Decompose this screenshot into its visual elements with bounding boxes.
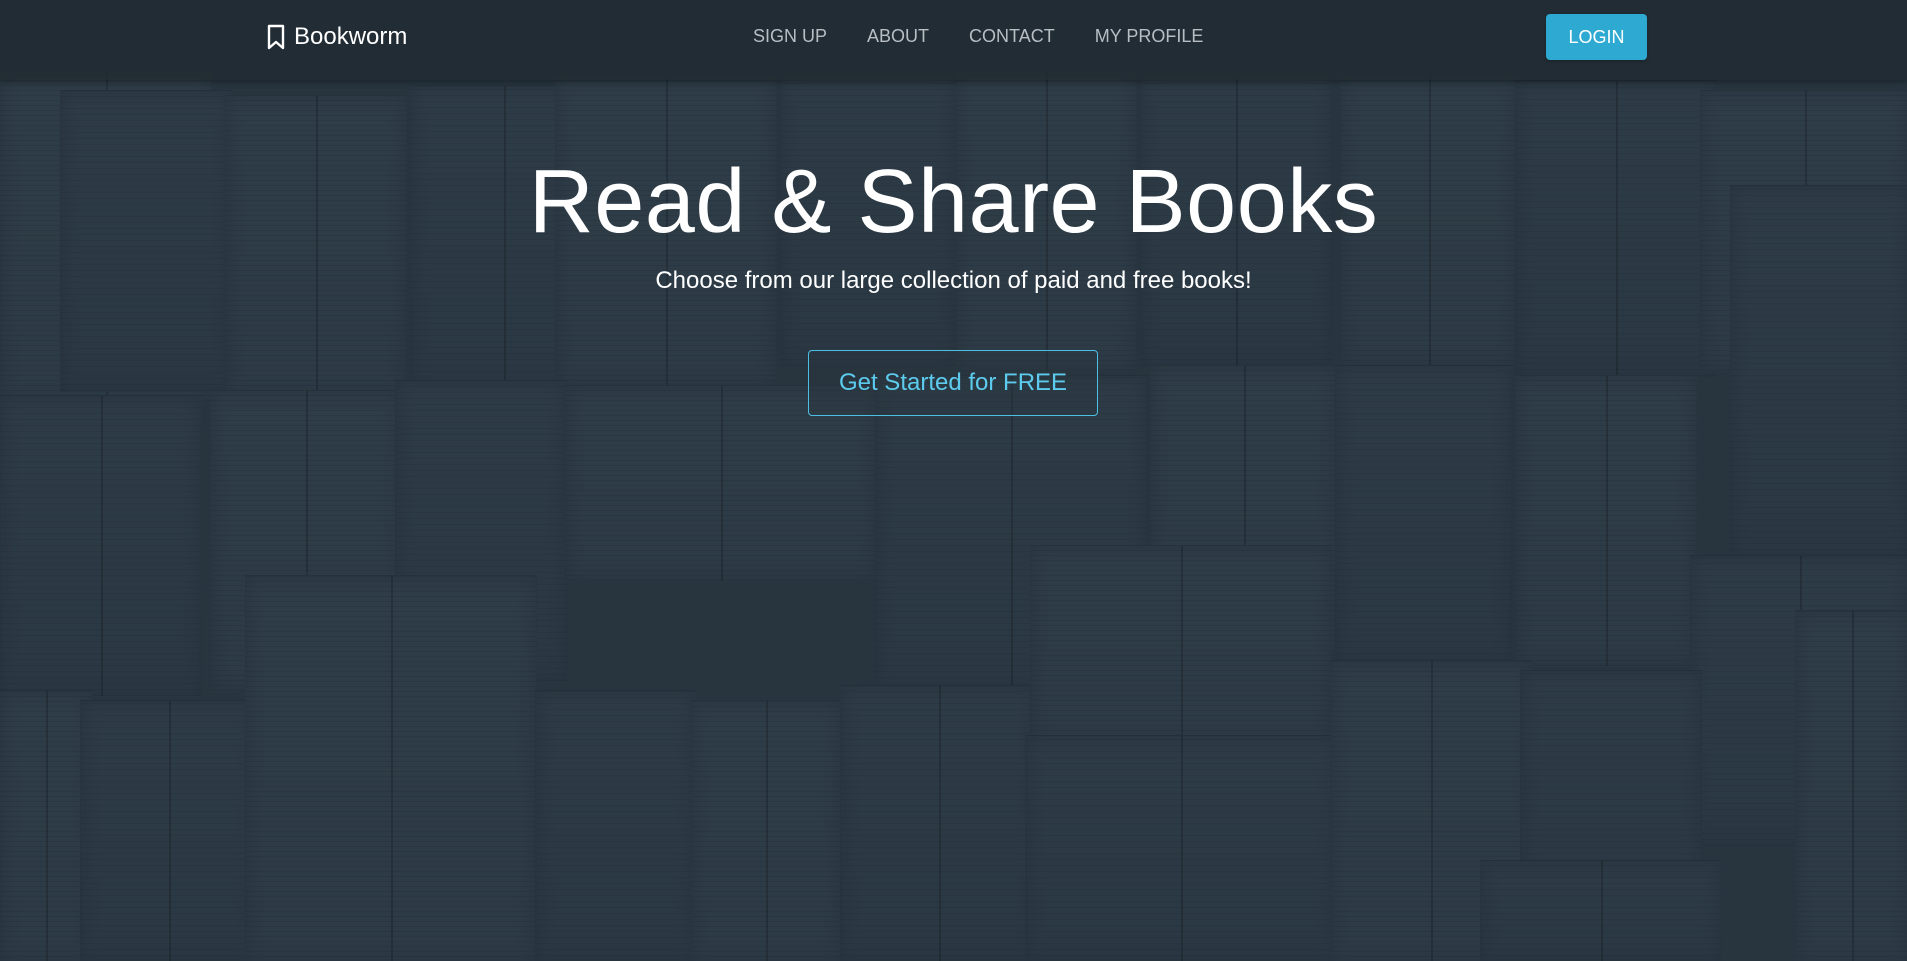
brand-logo-link[interactable]: Bookworm <box>266 22 407 52</box>
get-started-button[interactable]: Get Started for FREE <box>808 350 1098 416</box>
nav-links: SIGN UP ABOUT CONTACT MY PROFILE <box>733 24 1223 48</box>
login-button[interactable]: LOGIN <box>1546 14 1647 60</box>
nav-link-contact[interactable]: CONTACT <box>949 24 1075 48</box>
bookmark-icon <box>267 24 285 50</box>
nav-link-sign-up[interactable]: SIGN UP <box>733 24 847 48</box>
hero-subtitle: Choose from our large collection of paid… <box>655 267 1252 294</box>
top-navbar: Bookworm SIGN UP ABOUT CONTACT MY PROFIL… <box>0 0 1907 80</box>
nav-link-about[interactable]: ABOUT <box>847 24 949 48</box>
books-background-image <box>0 0 1907 961</box>
nav-link-my-profile[interactable]: MY PROFILE <box>1075 24 1224 48</box>
hero-title: Read & Share Books <box>528 152 1379 252</box>
brand-name: Bookworm <box>294 23 408 50</box>
